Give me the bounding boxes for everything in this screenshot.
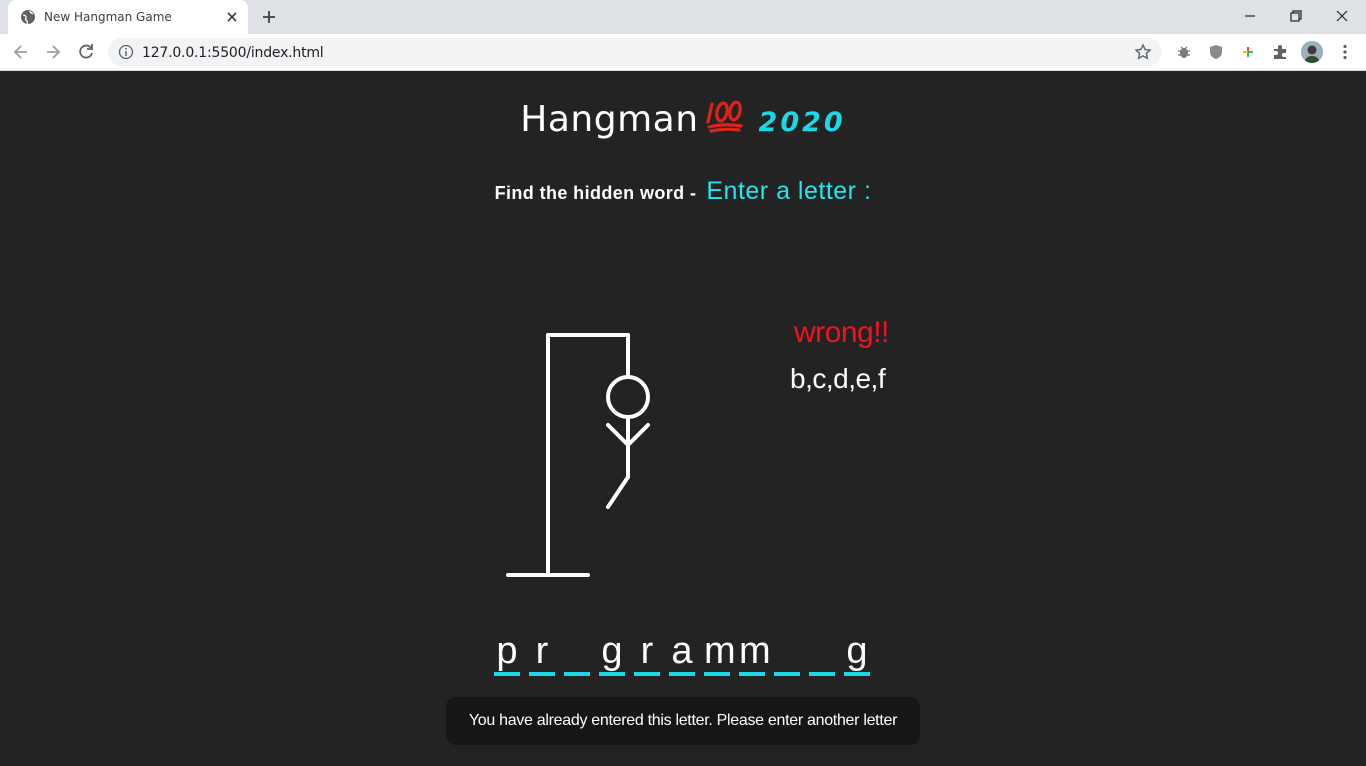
hangman-head: [606, 375, 650, 419]
puzzle-extensions-icon[interactable]: [1271, 43, 1289, 61]
hangman-left-arm: [606, 423, 630, 447]
slot-letter: a: [671, 630, 693, 672]
slot-underline: [529, 672, 555, 676]
shield-extension-icon[interactable]: [1207, 43, 1225, 61]
prompt-text: Find the hidden word -: [494, 183, 697, 203]
letter-slot: g: [844, 629, 870, 677]
reload-icon[interactable]: [76, 42, 96, 62]
close-tab-icon[interactable]: [224, 9, 240, 25]
bookmark-star-icon[interactable]: [1134, 43, 1152, 61]
close-window-icon[interactable]: [1332, 6, 1352, 26]
profile-avatar[interactable]: [1301, 41, 1323, 63]
game-title: Hangman: [520, 99, 699, 140]
notification-toast: You have already entered this letter. Pl…: [446, 697, 920, 745]
wrong-letters: b,c,d,e,f: [790, 363, 886, 394]
slot-underline: [599, 672, 625, 676]
browser-toolbar: 127.0.0.1:5500/index.html: [0, 34, 1366, 71]
letter-slot: p: [494, 629, 520, 677]
slot-underline: [704, 672, 730, 676]
letter-slot: a: [669, 629, 695, 677]
slot-underline: [634, 672, 660, 676]
letter-slot: [564, 629, 590, 677]
slot-underline: [774, 672, 800, 676]
minimize-icon[interactable]: [1240, 6, 1260, 26]
slot-underline: [669, 672, 695, 676]
slot-underline: [564, 672, 590, 676]
letter-slot: r: [529, 629, 555, 677]
game-page: Hangman 2020 Find the hidden word - Enter…: [0, 71, 1366, 766]
slot-underline: [844, 672, 870, 676]
restore-icon[interactable]: [1286, 6, 1306, 26]
letter-slot: r: [634, 629, 660, 677]
info-icon[interactable]: [118, 44, 134, 60]
letter-slot: m: [704, 629, 736, 677]
slot-letter: g: [601, 630, 623, 672]
slot-underline: [809, 672, 835, 676]
forward-icon[interactable]: [43, 42, 63, 62]
more-menu-icon[interactable]: [1336, 43, 1354, 61]
bug-extension-icon[interactable]: [1175, 43, 1193, 61]
back-icon[interactable]: [11, 42, 31, 62]
title-row: Hangman 2020: [0, 95, 1366, 140]
slot-letter: m: [704, 630, 736, 672]
slot-underline: [739, 672, 765, 676]
hangman-drawing: [506, 333, 650, 577]
letter-slot: g: [599, 629, 625, 677]
avatar-photo-icon: [1301, 41, 1323, 63]
prompt-row: Find the hidden word - Enter a letter :: [0, 177, 1366, 206]
slot-underline: [494, 672, 520, 676]
tab-title: New Hangman Game: [44, 10, 172, 24]
tab-strip: New Hangman Game: [0, 0, 1366, 34]
wrong-label: wrong!!: [794, 316, 889, 349]
url-text: 127.0.0.1:5500/index.html: [142, 45, 324, 61]
letter-slot: [774, 629, 800, 677]
slot-letter: r: [535, 630, 549, 672]
letter-slot: [809, 629, 835, 677]
sparkle-extension-icon[interactable]: [1239, 43, 1257, 61]
hangman-right-arm: [626, 423, 650, 447]
game-year: 2020: [758, 107, 846, 138]
toast-message: You have already entered this letter. Pl…: [468, 712, 898, 729]
browser-tab[interactable]: New Hangman Game: [8, 0, 248, 34]
letter-slot: m: [739, 629, 771, 677]
slot-letter: g: [846, 630, 868, 672]
enter-letter-prompt: Enter a letter :: [706, 177, 872, 205]
address-bar[interactable]: 127.0.0.1:5500/index.html: [108, 38, 1162, 66]
new-tab-icon[interactable]: [260, 8, 278, 26]
slot-letter: r: [640, 630, 654, 672]
hangman-left-leg: [606, 475, 630, 509]
slot-letter: m: [739, 630, 771, 672]
slot-letter: p: [496, 630, 518, 672]
globe-icon: [21, 10, 35, 25]
hundred-points-icon: [705, 100, 743, 133]
